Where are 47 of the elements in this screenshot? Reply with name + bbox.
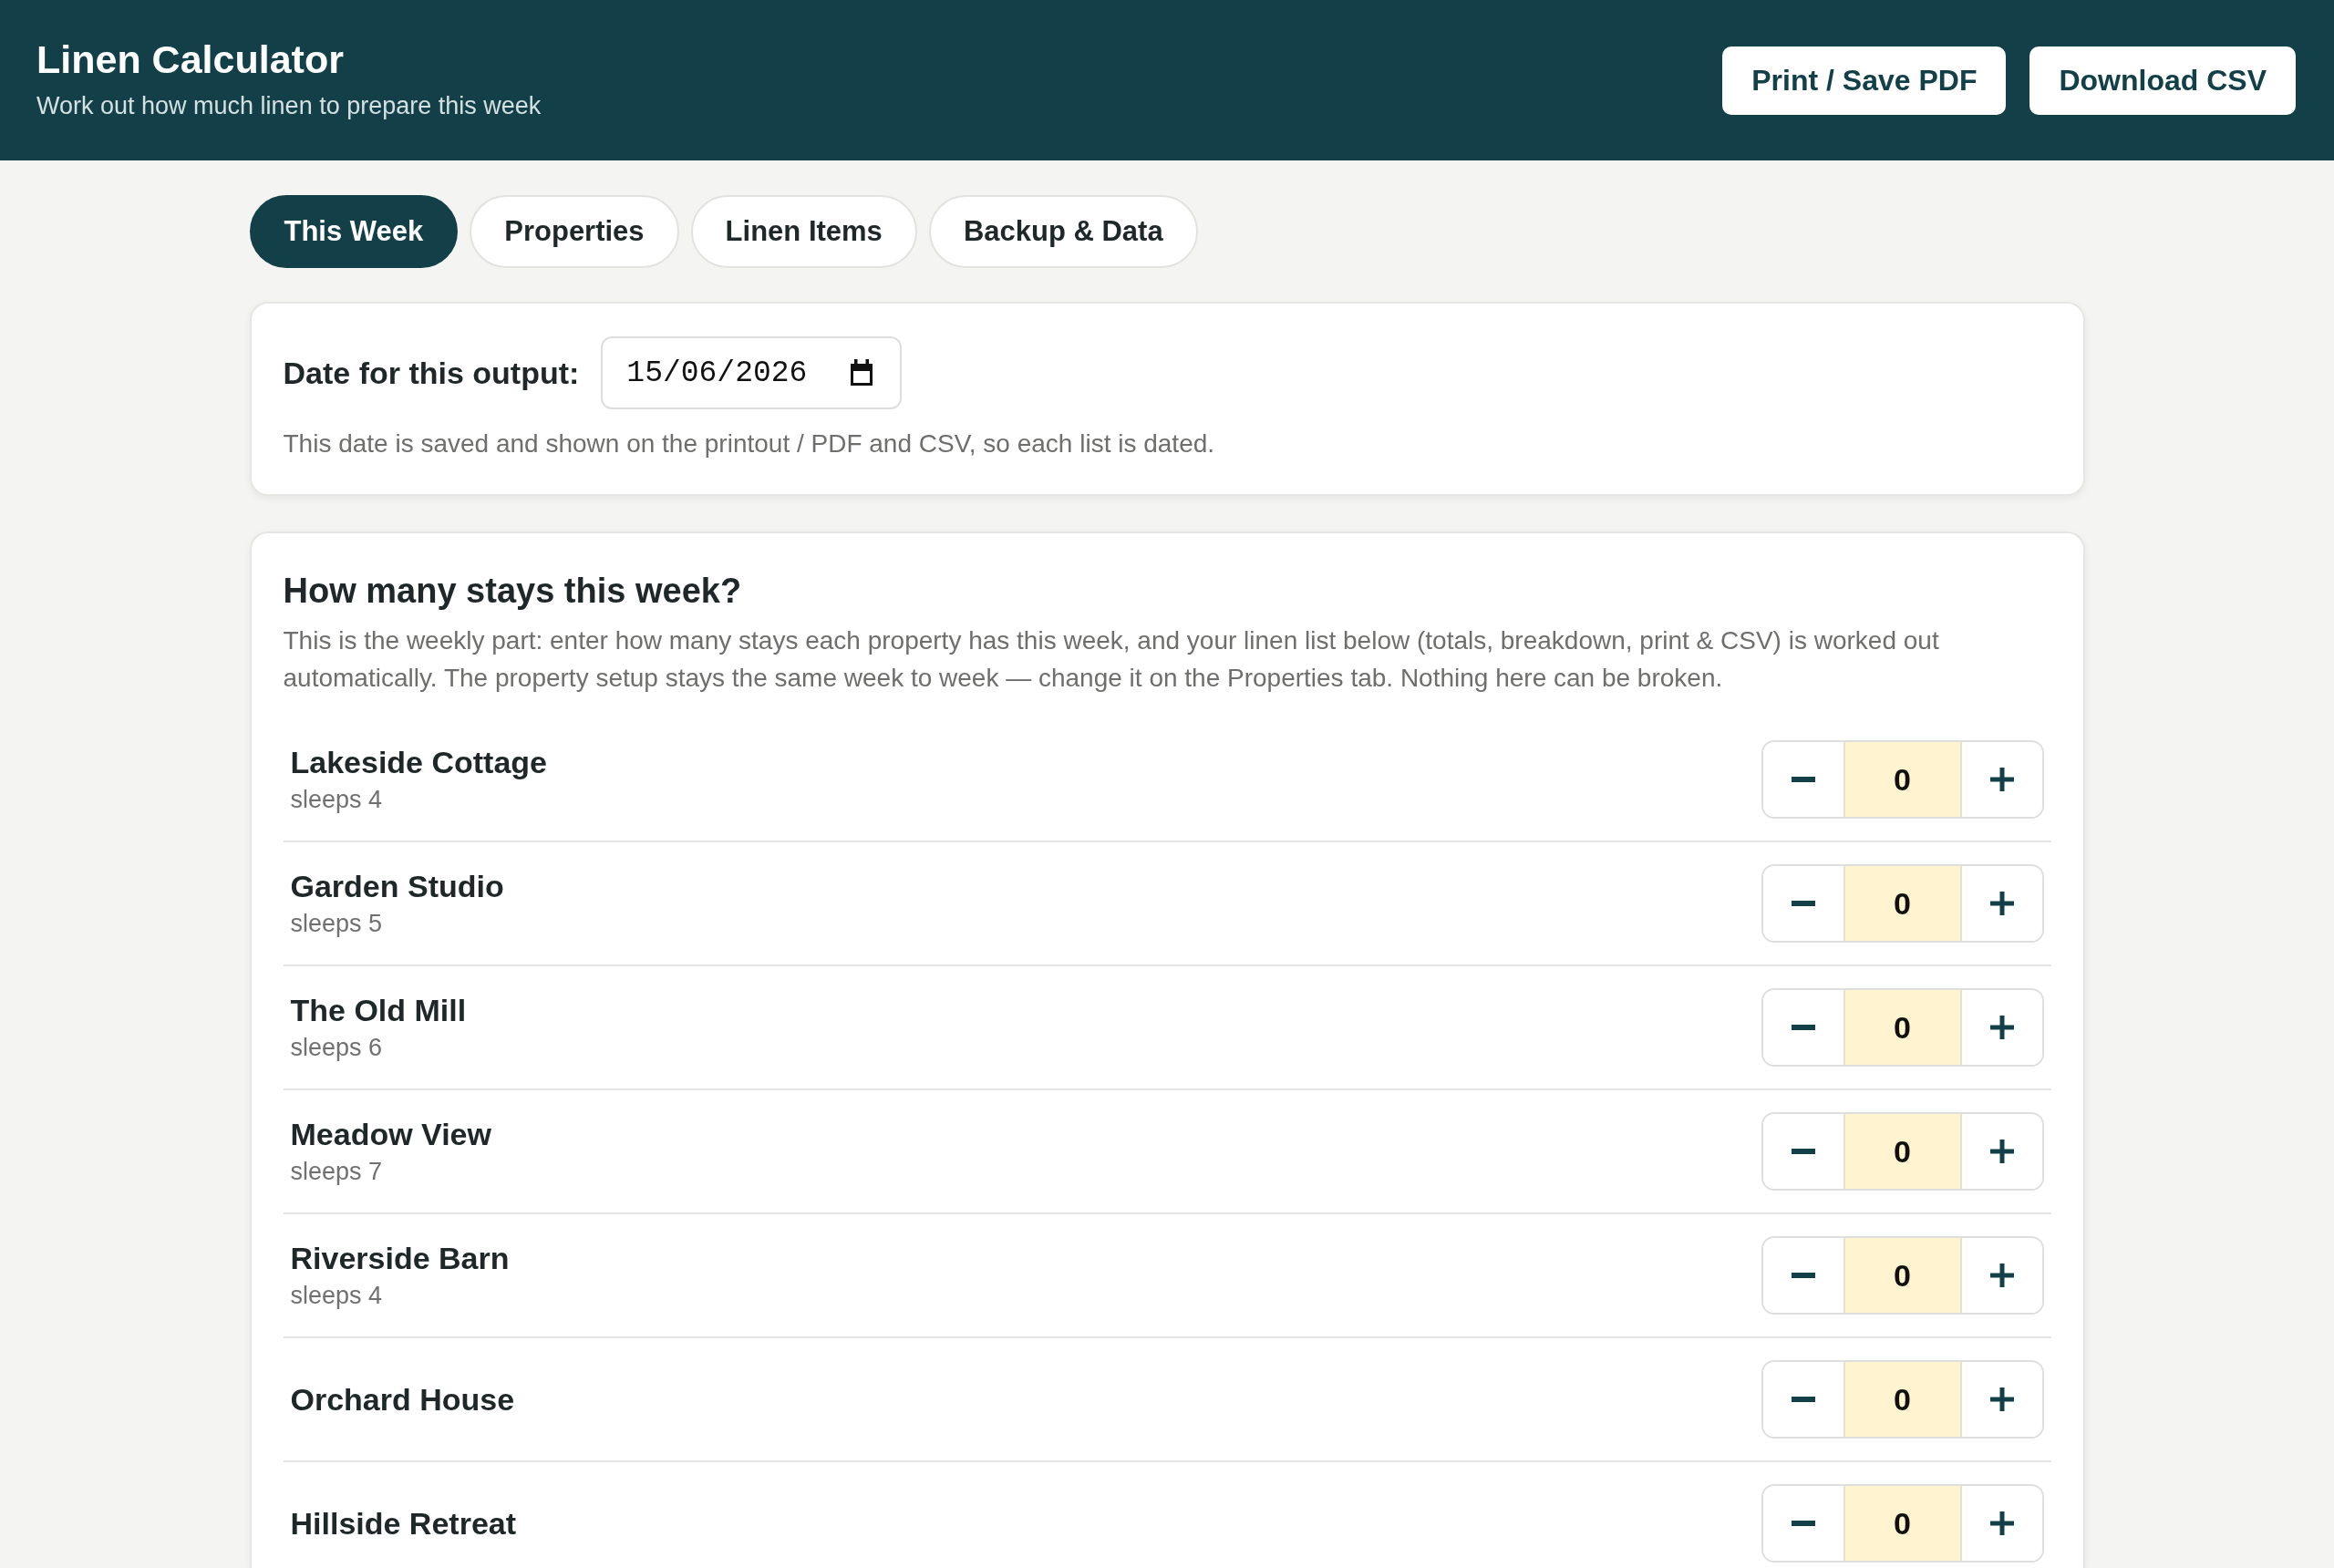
section-heading: How many stays this week? xyxy=(283,571,743,612)
stays-count-input[interactable]: 0 xyxy=(1843,1362,1962,1437)
stays-count-input[interactable]: 0 xyxy=(1843,1114,1962,1189)
property-capacity: sleeps 4 xyxy=(290,785,384,815)
download-csv-button[interactable]: Download CSV xyxy=(2029,46,2296,115)
stays-count-input[interactable]: 0 xyxy=(1843,1486,1962,1561)
plus-icon xyxy=(1989,1387,2014,1411)
app-subtitle: Work out how much linen to prepare this week xyxy=(36,91,542,120)
nav-tab[interactable]: This Week xyxy=(249,195,459,268)
property-name: Lakeside Cottage xyxy=(290,744,548,780)
nav-tab[interactable]: Backup & Data xyxy=(928,195,1198,268)
property-name: Riverside Barn xyxy=(290,1240,510,1276)
property-capacity: sleeps 7 xyxy=(290,1157,384,1187)
property-name: Meadow View xyxy=(290,1116,491,1152)
property-capacity: sleeps 6 xyxy=(290,1033,384,1063)
plus-icon xyxy=(1989,1140,2014,1163)
minus-icon xyxy=(1791,1273,1815,1278)
minus-icon xyxy=(1791,1025,1815,1030)
plus-icon xyxy=(1989,1016,2014,1039)
stays-count-input[interactable]: 0 xyxy=(1843,1238,1962,1313)
stays-count-input[interactable]: 0 xyxy=(1843,742,1962,817)
minus-icon xyxy=(1791,1149,1815,1154)
date-note: This date is saved and shown on the printout / PDF and CSV, so each list is dated. xyxy=(283,428,1216,459)
plus-icon xyxy=(1989,768,2014,791)
property-capacity: sleeps 4 xyxy=(290,1281,384,1311)
plus-icon xyxy=(1989,892,2014,915)
property-name: Hillside Retreat xyxy=(290,1505,517,1542)
stays-count-input[interactable]: 0 xyxy=(1843,866,1962,941)
minus-icon xyxy=(1791,1397,1815,1402)
property-name: The Old Mill xyxy=(290,992,467,1028)
property-name: Orchard House xyxy=(290,1381,515,1418)
date-label: Date for this output: xyxy=(283,355,580,391)
print-save-pdf-button[interactable]: Print / Save PDF xyxy=(1722,46,2007,115)
nav-tab[interactable]: Properties xyxy=(470,195,679,268)
stays-count-input[interactable]: 0 xyxy=(1843,990,1962,1065)
nav-tab[interactable]: Linen Items xyxy=(690,195,917,268)
date-input[interactable]: 15/06/2026 xyxy=(601,336,903,409)
property-capacity: sleeps 5 xyxy=(290,909,384,939)
plus-icon xyxy=(1989,1264,2014,1287)
property-name: Garden Studio xyxy=(290,868,504,904)
app-title: Linen Calculator xyxy=(36,36,345,82)
calendar-icon[interactable] xyxy=(849,359,875,387)
section-description: This is the weekly part: enter how many stays each property has this week, and your linen list below (totals, breakdown, print & CSV) is worked out automatically. The property setup stays the same week to week — change it on the Properties tab. Nothing here can be broken. xyxy=(283,625,1940,694)
plus-icon xyxy=(1989,1511,2014,1535)
minus-icon xyxy=(1791,777,1815,782)
minus-icon xyxy=(1791,901,1815,906)
minus-icon xyxy=(1791,1521,1815,1526)
